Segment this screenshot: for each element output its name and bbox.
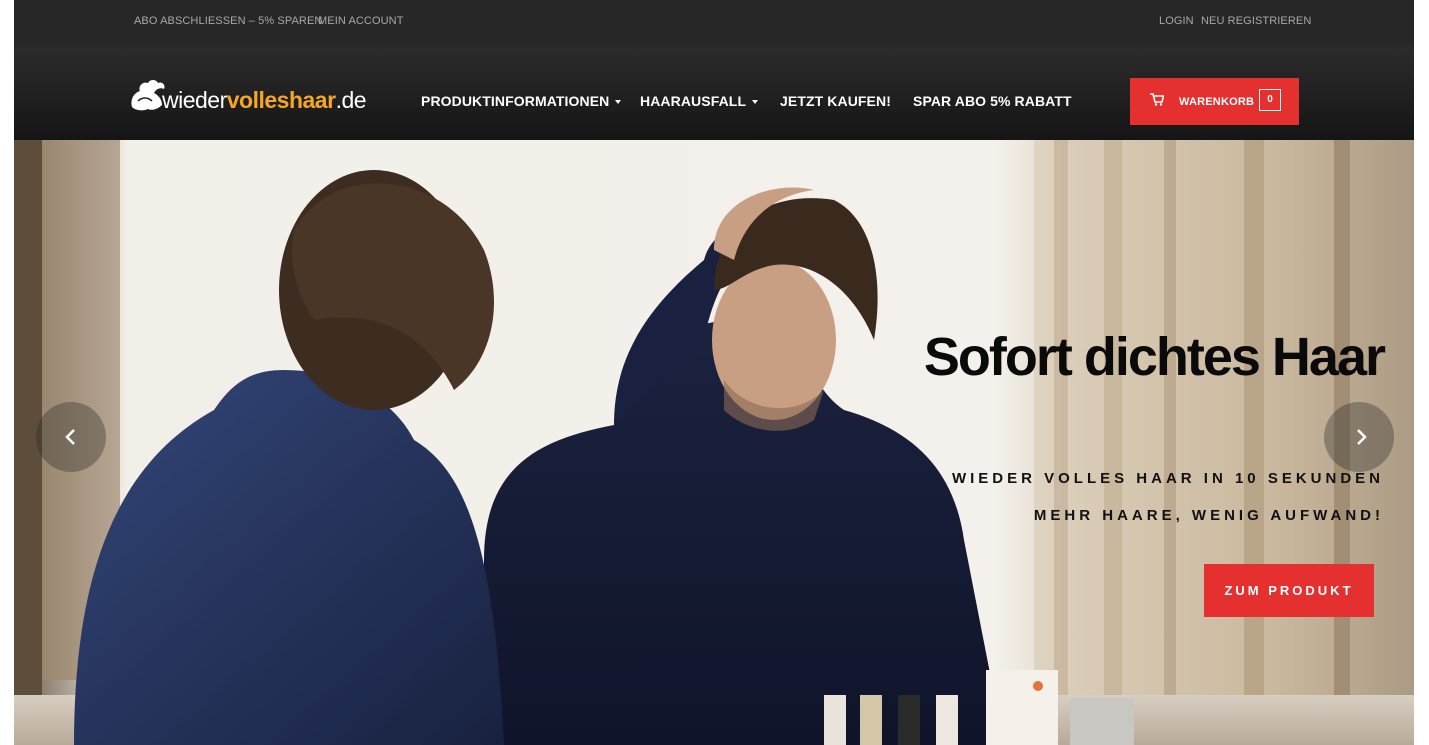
logo-text: wiedervolleshaar.de — [162, 87, 367, 114]
logo-part-volleshaar: volleshaar — [226, 87, 336, 113]
slider-next-button[interactable] — [1324, 402, 1394, 472]
logo-part-de: .de — [335, 87, 367, 113]
account-link[interactable]: MEIN ACCOUNT — [318, 15, 404, 27]
logo-part-wieder: wieder — [162, 87, 227, 113]
caret-down-icon — [752, 100, 759, 105]
hero-slider: Sofort dichtes Haar WIEDER VOLLES HAAR I… — [14, 140, 1414, 745]
hero-subline-1: WIEDER VOLLES HAAR IN 10 SEKUNDEN — [951, 470, 1384, 487]
top-bar: ABO ABSCHLIESSEN – 5% SPAREN MEIN ACCOUN… — [14, 0, 1414, 47]
nav-label: JETZT KAUFEN! — [780, 93, 891, 109]
nav-item-spar-abo[interactable]: SPAR ABO 5% RABATT — [913, 93, 1072, 109]
login-link[interactable]: LOGIN — [1159, 15, 1194, 27]
nav-item-jetzt-kaufen[interactable]: JETZT KAUFEN! — [780, 93, 891, 109]
cart-icon — [1150, 93, 1164, 106]
nav-label: PRODUKTINFORMATIONEN — [421, 93, 610, 109]
cart-count-badge: 0 — [1259, 89, 1281, 111]
site-logo[interactable]: wiedervolleshaar.de — [128, 77, 388, 113]
caret-down-icon — [615, 100, 622, 105]
main-header: wiedervolleshaar.de PRODUKTINFORMATIONEN… — [14, 47, 1414, 140]
page: ABO ABSCHLIESSEN – 5% SPAREN MEIN ACCOUN… — [0, 0, 1429, 745]
cart-button[interactable]: WARENKORB 0 — [1130, 78, 1299, 125]
chevron-right-icon — [1357, 429, 1367, 445]
nav-label: SPAR ABO 5% RABATT — [913, 93, 1072, 109]
hero-subline-2: MEHR HAARE, WENIG AUFWAND! — [1033, 507, 1384, 524]
site-wrapper: ABO ABSCHLIESSEN – 5% SPAREN MEIN ACCOUN… — [14, 0, 1414, 745]
nav-item-haarausfall[interactable]: HAARAUSFALL — [640, 93, 759, 109]
nav-item-produktinformationen[interactable]: PRODUKTINFORMATIONEN — [421, 93, 622, 109]
chevron-left-icon — [65, 429, 75, 445]
cart-label: WARENKORB — [1179, 96, 1255, 108]
nav-label: HAARAUSFALL — [640, 93, 747, 109]
slider-prev-button[interactable] — [36, 402, 106, 472]
hero-headline: Sofort dichtes Haar — [923, 327, 1386, 387]
zum-produkt-button[interactable]: ZUM PRODUKT — [1204, 564, 1374, 617]
register-link[interactable]: NEU REGISTRIEREN — [1201, 15, 1311, 27]
hero-image — [14, 140, 1414, 745]
abo-link[interactable]: ABO ABSCHLIESSEN – 5% SPAREN — [134, 15, 322, 27]
